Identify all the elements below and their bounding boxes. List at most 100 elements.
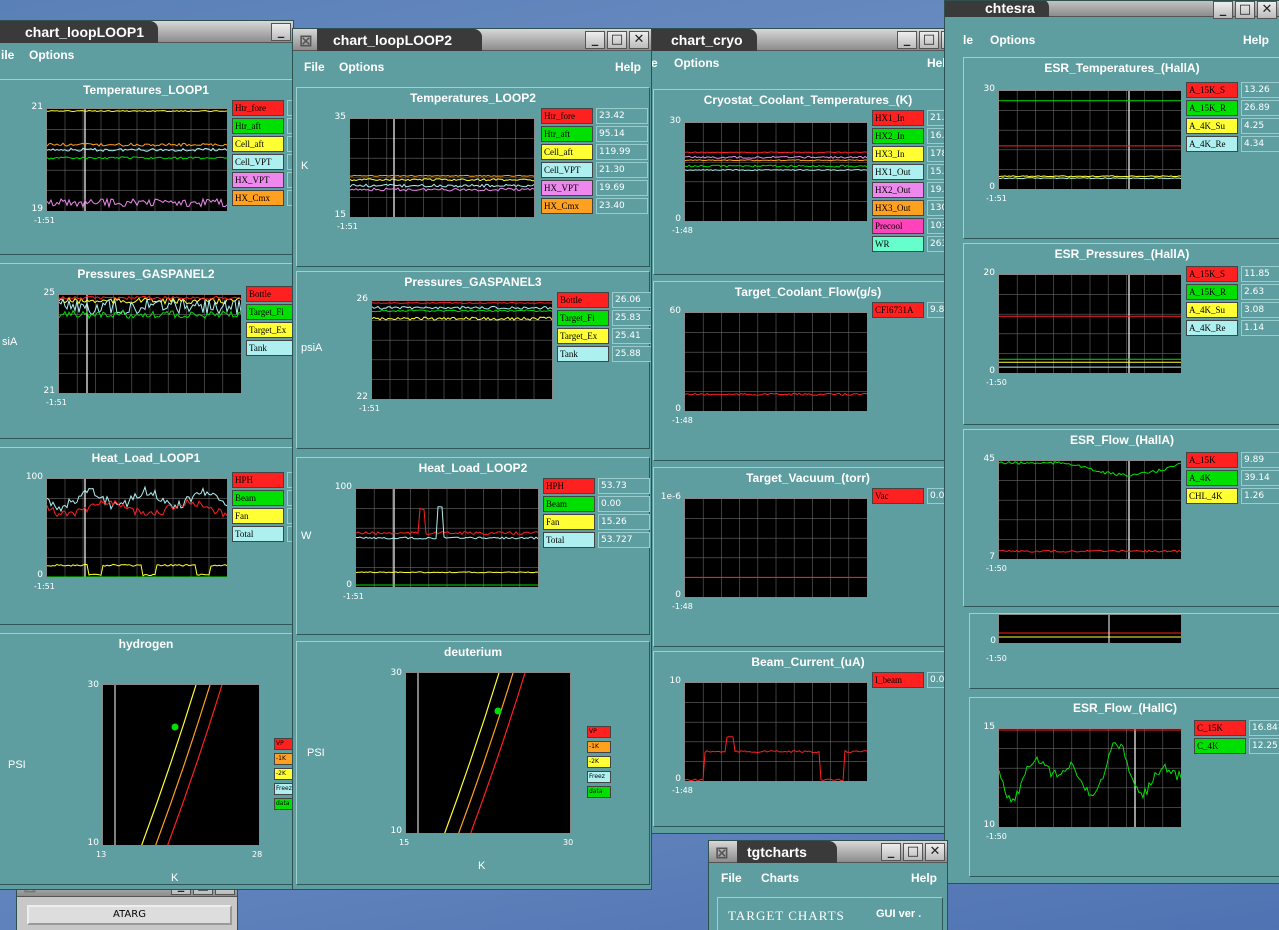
legend-label[interactable]: I_beam [872,672,924,688]
close-button[interactable]: ✕ [925,843,945,861]
legend-label[interactable]: HPH [543,478,595,494]
legend-label[interactable]: Target_Ex [246,322,293,338]
legend-label[interactable]: C_15K [1194,720,1246,736]
legend-label[interactable]: CHL_4K [1186,488,1238,504]
legend-row[interactable]: A_15K_S 11.85 [1186,266,1279,282]
legend-label[interactable]: HX2_Out [872,182,924,198]
legend-label[interactable]: A_15K_R [1186,284,1238,300]
legend-row[interactable]: Cell_VPT 21.30 [541,162,648,178]
maximize-button[interactable]: □ [903,843,923,861]
legend-label[interactable]: Htr_aft [541,126,593,142]
legend-row[interactable]: Cell_aft 119.99 [541,144,648,160]
maximize-button[interactable]: □ [1235,1,1255,19]
legend-label[interactable]: A_15K_R [1186,100,1238,116]
legend-row[interactable]: Total 53.727 [543,532,650,548]
legend-label[interactable]: HX2_In [872,128,924,144]
legend-row[interactable]: Cell_aft [232,136,293,152]
legend-row[interactable]: A_4K_Re 1.14 [1186,320,1279,336]
legend-label[interactable]: HX3_In [872,146,924,162]
legend-row[interactable]: Fan [232,508,293,524]
legend-row[interactable]: Bottle [246,286,293,302]
menu-file[interactable]: File [304,60,325,74]
legend-label[interactable]: Tank [246,340,293,356]
legend-row[interactable]: Target_Fi 25.83 [557,310,651,326]
legend-row[interactable]: HX_VPT 19.69 [541,180,648,196]
legend-row[interactable]: Beam 0.00 [543,496,650,512]
minimize-button[interactable]: _ [881,843,901,861]
legend-row[interactable]: C_4K 12.25 [1194,738,1279,754]
phase-legend-item[interactable]: Freez [587,771,611,783]
cryo-titlebar[interactable]: chart_cryo _□✕ [641,29,963,51]
maximize-button[interactable]: □ [607,31,627,49]
legend-row[interactable]: A_15K_R 26.89 [1186,100,1279,116]
minimize-button[interactable]: _ [271,23,291,41]
phase-legend-item[interactable]: VP [274,738,293,750]
legend-label[interactable]: Target_Fi [246,304,293,320]
legend-label[interactable]: A_4K_Re [1186,136,1238,152]
phase-legend-item[interactable]: -2K [274,768,293,780]
legend-label[interactable]: Total [232,526,284,542]
legend-row[interactable]: Target_Ex [246,322,293,338]
legend-label[interactable]: A_15K [1186,452,1238,468]
legend-row[interactable]: Htr_aft 95.14 [541,126,648,142]
legend-row[interactable]: Htr_fore 23.42 [541,108,648,124]
legend-label[interactable]: HX_VPT [541,180,593,196]
legend-row[interactable]: Total [232,526,293,542]
loop2-titlebar[interactable]: ⊠ chart_loopLOOP2 _ □ ✕ [293,29,651,51]
menu-help[interactable]: Help [1243,33,1269,47]
legend-label[interactable]: C_4K [1194,738,1246,754]
legend-row[interactable]: A_4K_Su 3.08 [1186,302,1279,318]
menu-options[interactable]: Options [674,56,719,70]
legend-row[interactable]: A_15K_R 2.63 [1186,284,1279,300]
legend-label[interactable]: HX_Cmx [541,198,593,214]
legend-label[interactable]: HPH [232,472,284,488]
legend-row[interactable]: Fan 15.26 [543,514,650,530]
legend-row[interactable]: Tank 25.88 [557,346,651,362]
legend-row[interactable]: HPH [232,472,293,488]
menu-file[interactable]: le [963,33,973,47]
legend-label[interactable]: Fan [543,514,595,530]
menu-file[interactable]: File [721,871,742,885]
legend-row[interactable]: Htr_fore [232,100,293,116]
phase-legend-item[interactable]: VP [587,726,611,738]
legend-label[interactable]: A_4K_Re [1186,320,1238,336]
legend-label[interactable]: Total [543,532,595,548]
legend-label[interactable]: Cell_VPT [232,154,284,170]
menu-file[interactable]: e [651,56,658,70]
legend-label[interactable]: Htr_fore [232,100,284,116]
legend-label[interactable]: Target_Fi [557,310,609,326]
legend-row[interactable]: HX_Cmx 23.40 [541,198,648,214]
tgt-titlebar[interactable]: ⊠ tgtcharts _ □ ✕ [709,841,947,863]
legend-row[interactable]: A_4K_Su 4.25 [1186,118,1279,134]
legend-label[interactable]: Tank [557,346,609,362]
legend-row[interactable]: HX_VPT [232,172,293,188]
minimize-button[interactable]: _ [897,31,917,49]
close-button[interactable]: ✕ [1257,1,1277,19]
atarg-button[interactable]: ATARG [27,905,232,925]
legend-label[interactable]: HX3_Out [872,200,924,216]
legend-label[interactable]: Target_Ex [557,328,609,344]
legend-label[interactable]: Cell_aft [232,136,284,152]
legend-row[interactable]: Cell_VPT [232,154,293,170]
legend-label[interactable]: HX1_In [872,110,924,126]
menu-options[interactable]: Options [29,48,74,62]
phase-legend-item[interactable]: -1K [274,753,293,765]
legend-label[interactable]: Precool [872,218,924,234]
legend-label[interactable]: CFI6731A [872,302,924,318]
legend-row[interactable]: A_15K_S 13.26 [1186,82,1279,98]
legend-row[interactable]: A_4K 39.14 [1186,470,1279,486]
maximize-button[interactable]: □ [919,31,939,49]
legend-label[interactable]: A_4K_Su [1186,118,1238,134]
legend-row[interactable]: A_15K 9.89 [1186,452,1279,468]
legend-label[interactable]: Bottle [246,286,293,302]
menu-help[interactable]: Help [911,871,937,885]
phase-legend-item[interactable]: -1K [587,741,611,753]
legend-label[interactable]: Vac [872,488,924,504]
phase-legend-item[interactable]: Freez [274,783,293,795]
legend-row[interactable]: Tank [246,340,293,356]
esr-titlebar[interactable]: chtesra _ □ ✕ [945,1,1279,19]
minimize-button[interactable]: _ [1213,1,1233,19]
minimize-button[interactable]: _ [585,31,605,49]
phase-legend-item[interactable]: data [274,798,293,810]
menu-help[interactable]: Help [615,60,641,74]
